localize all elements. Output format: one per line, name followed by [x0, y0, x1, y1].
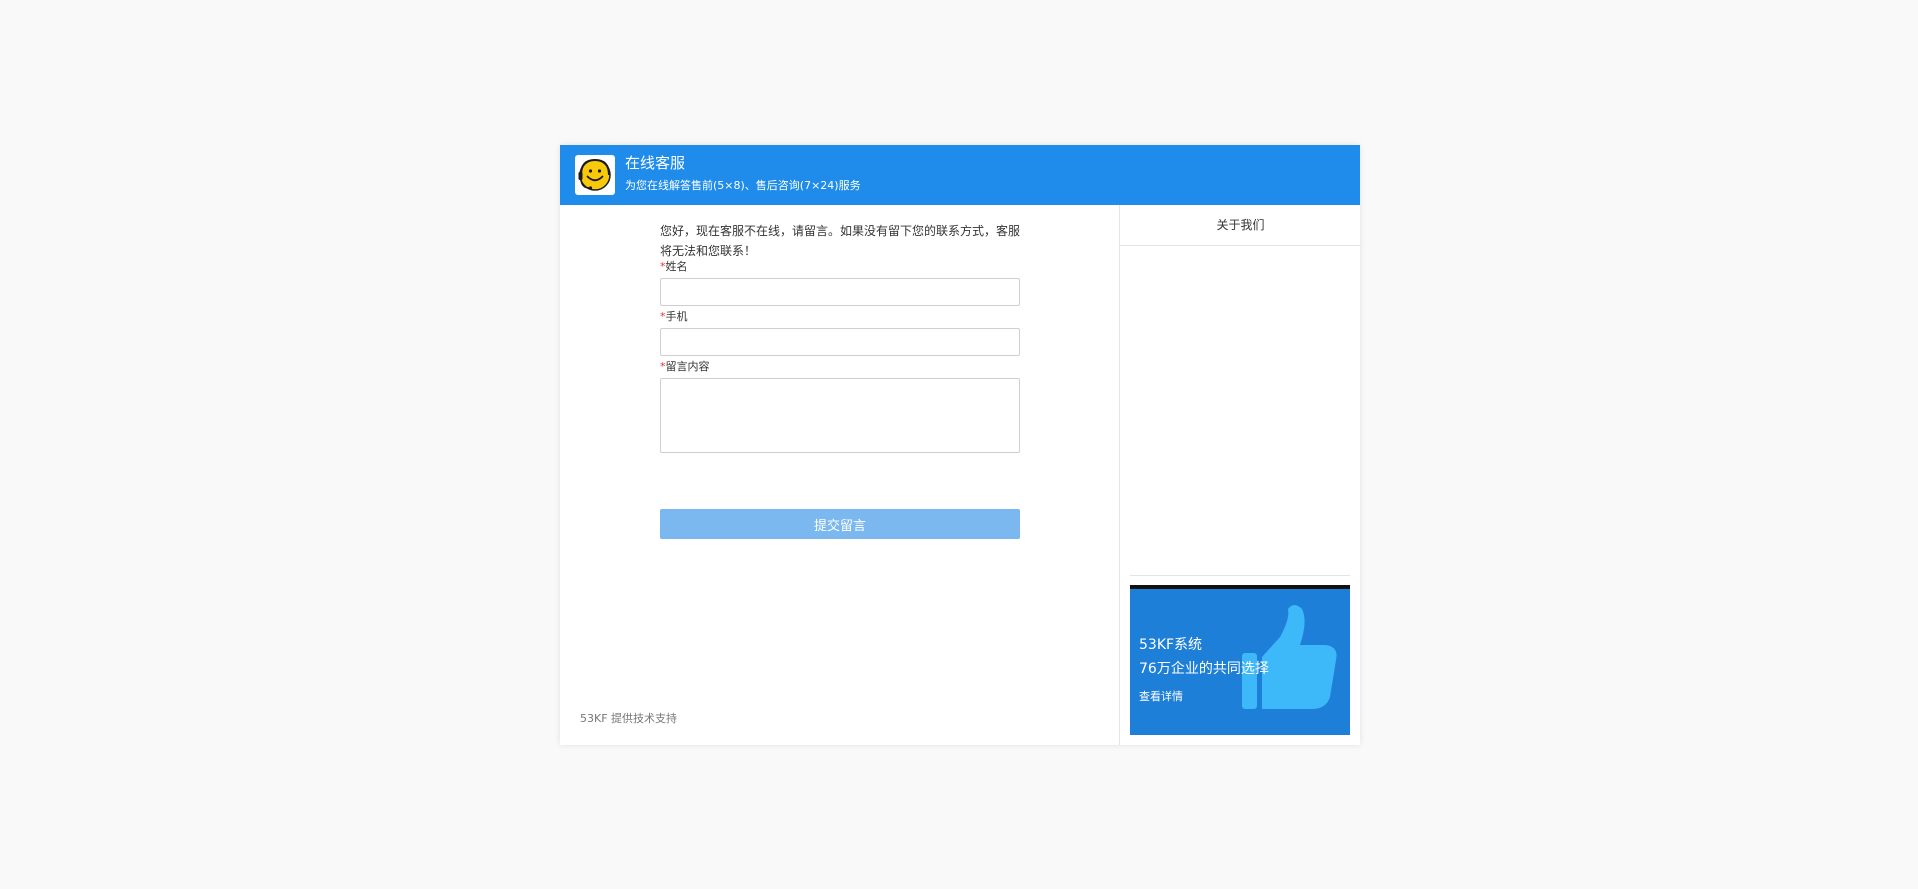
phone-label-text: 手机	[665, 310, 688, 323]
sidebar: 关于我们 53KF系统 76万企业的共同选择 查看详情	[1119, 205, 1361, 745]
phone-label: *手机	[660, 310, 688, 324]
name-label-text: 姓名	[665, 260, 688, 273]
name-input[interactable]	[660, 278, 1020, 306]
tab-about-us[interactable]: 关于我们	[1120, 205, 1361, 246]
name-label: *姓名	[660, 260, 688, 274]
powered-by-text: 53KF 提供技术支持	[580, 712, 678, 725]
message-form: 您好，现在客服不在线，请留言。如果没有留下您的联系方式，客服将无法和您联系！ *…	[560, 205, 1120, 745]
header-title: 在线客服	[625, 154, 686, 172]
view-details-link[interactable]: 查看详情	[1139, 690, 1183, 704]
submit-button[interactable]: 提交留言	[660, 509, 1020, 539]
message-textarea[interactable]	[660, 378, 1020, 453]
promo-banner[interactable]: 53KF系统 76万企业的共同选择 查看详情	[1130, 585, 1350, 735]
message-label-text: 留言内容	[665, 360, 710, 373]
message-label: *留言内容	[660, 360, 710, 374]
smiley-headset-icon	[578, 158, 611, 191]
banner-line-2: 76万企业的共同选择	[1139, 661, 1269, 677]
header-bar: 在线客服 为您在线解答售前(5×8)、售后咨询(7×24)服务	[560, 145, 1360, 205]
header-subtitle: 为您在线解答售前(5×8)、售后咨询(7×24)服务	[625, 179, 861, 192]
phone-input[interactable]	[660, 328, 1020, 356]
agent-avatar	[575, 155, 615, 195]
chat-window: 在线客服 为您在线解答售前(5×8)、售后咨询(7×24)服务 您好，现在客服不…	[560, 145, 1361, 745]
divider	[1130, 575, 1350, 576]
offline-notice: 您好，现在客服不在线，请留言。如果没有留下您的联系方式，客服将无法和您联系！	[660, 224, 1021, 258]
banner-line-1: 53KF系统	[1139, 637, 1203, 653]
